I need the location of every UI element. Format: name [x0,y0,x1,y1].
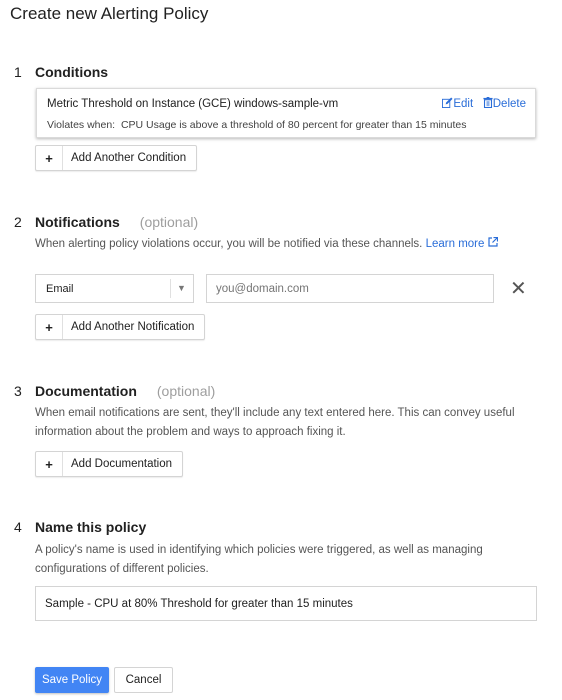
section-title-conditions: Conditions [35,64,109,80]
condition-summary: Violates when: CPU Usage is above a thre… [47,119,466,131]
add-documentation-button[interactable]: + Add Documentation [35,451,184,477]
section-title-notifications: Notifications (optional) [35,214,198,230]
learn-more-link[interactable]: Learn more [425,236,498,250]
channel-type-select[interactable]: Email ▼ [35,274,194,303]
documentation-description-line2: information about the problem and ways t… [35,426,346,438]
learn-more-label: Learn more [425,238,485,250]
section-title-name: Name this policy [35,519,147,535]
cancel-button[interactable]: Cancel [114,667,173,693]
condition-actions: Edit Delete [442,97,526,110]
optional-tag: (optional) [139,214,199,230]
plus-icon: + [36,452,63,476]
delete-condition-link[interactable]: Delete [483,97,526,110]
documentation-description: When email notifications are sent, they'… [35,404,515,442]
documentation-title: Documentation [35,383,137,399]
section-title-documentation: Documentation (optional) [35,383,215,399]
edit-label: Edit [453,98,474,110]
plus-icon: + [36,315,63,339]
edit-condition-link[interactable]: Edit [442,97,476,110]
email-address-input[interactable]: you@domain.com [206,274,494,303]
section-number-notifications: 2 [14,214,22,230]
section-number-name: 4 [14,519,22,535]
condition-title: Metric Threshold on Instance (GCE) windo… [47,98,339,110]
caret-down-icon: ▼ [177,283,186,293]
condition-card: Metric Threshold on Instance (GCE) windo… [36,88,536,138]
name-description-line1: A policy's name is used in identifying w… [35,544,483,556]
edit-icon [442,97,453,108]
policy-name-input[interactable]: Sample - CPU at 80% Threshold for greate… [35,586,537,621]
external-link-icon [488,236,498,247]
name-description: A policy's name is used in identifying w… [35,541,483,579]
add-condition-button[interactable]: + Add Another Condition [35,145,198,171]
violates-label: Violates when: [47,119,116,131]
notifications-description: When alerting policy violations occur, y… [35,235,498,254]
violates-text: CPU Usage is above a threshold of 80 per… [120,119,467,131]
select-divider [170,279,171,298]
name-description-line2: configurations of different policies. [35,563,209,575]
plus-icon: + [36,146,63,170]
add-notification-label: Add Another Notification [71,321,195,333]
documentation-description-line1: When email notifications are sent, they'… [35,407,515,419]
close-icon[interactable]: ✕ [510,279,527,299]
trash-icon [483,97,493,109]
delete-label: Delete [492,98,526,110]
add-notification-button[interactable]: + Add Another Notification [35,314,206,340]
add-condition-label: Add Another Condition [71,152,187,164]
notifications-title: Notifications [35,214,120,230]
section-number-documentation: 3 [14,383,22,399]
optional-tag: (optional) [156,383,216,399]
save-policy-button[interactable]: Save Policy [35,667,109,693]
section-number-conditions: 1 [14,64,22,80]
channel-type-value: Email [46,283,74,295]
add-documentation-label: Add Documentation [71,458,173,470]
notifications-description-text: When alerting policy violations occur, y… [35,238,423,250]
page-title: Create new Alerting Policy [10,4,209,23]
